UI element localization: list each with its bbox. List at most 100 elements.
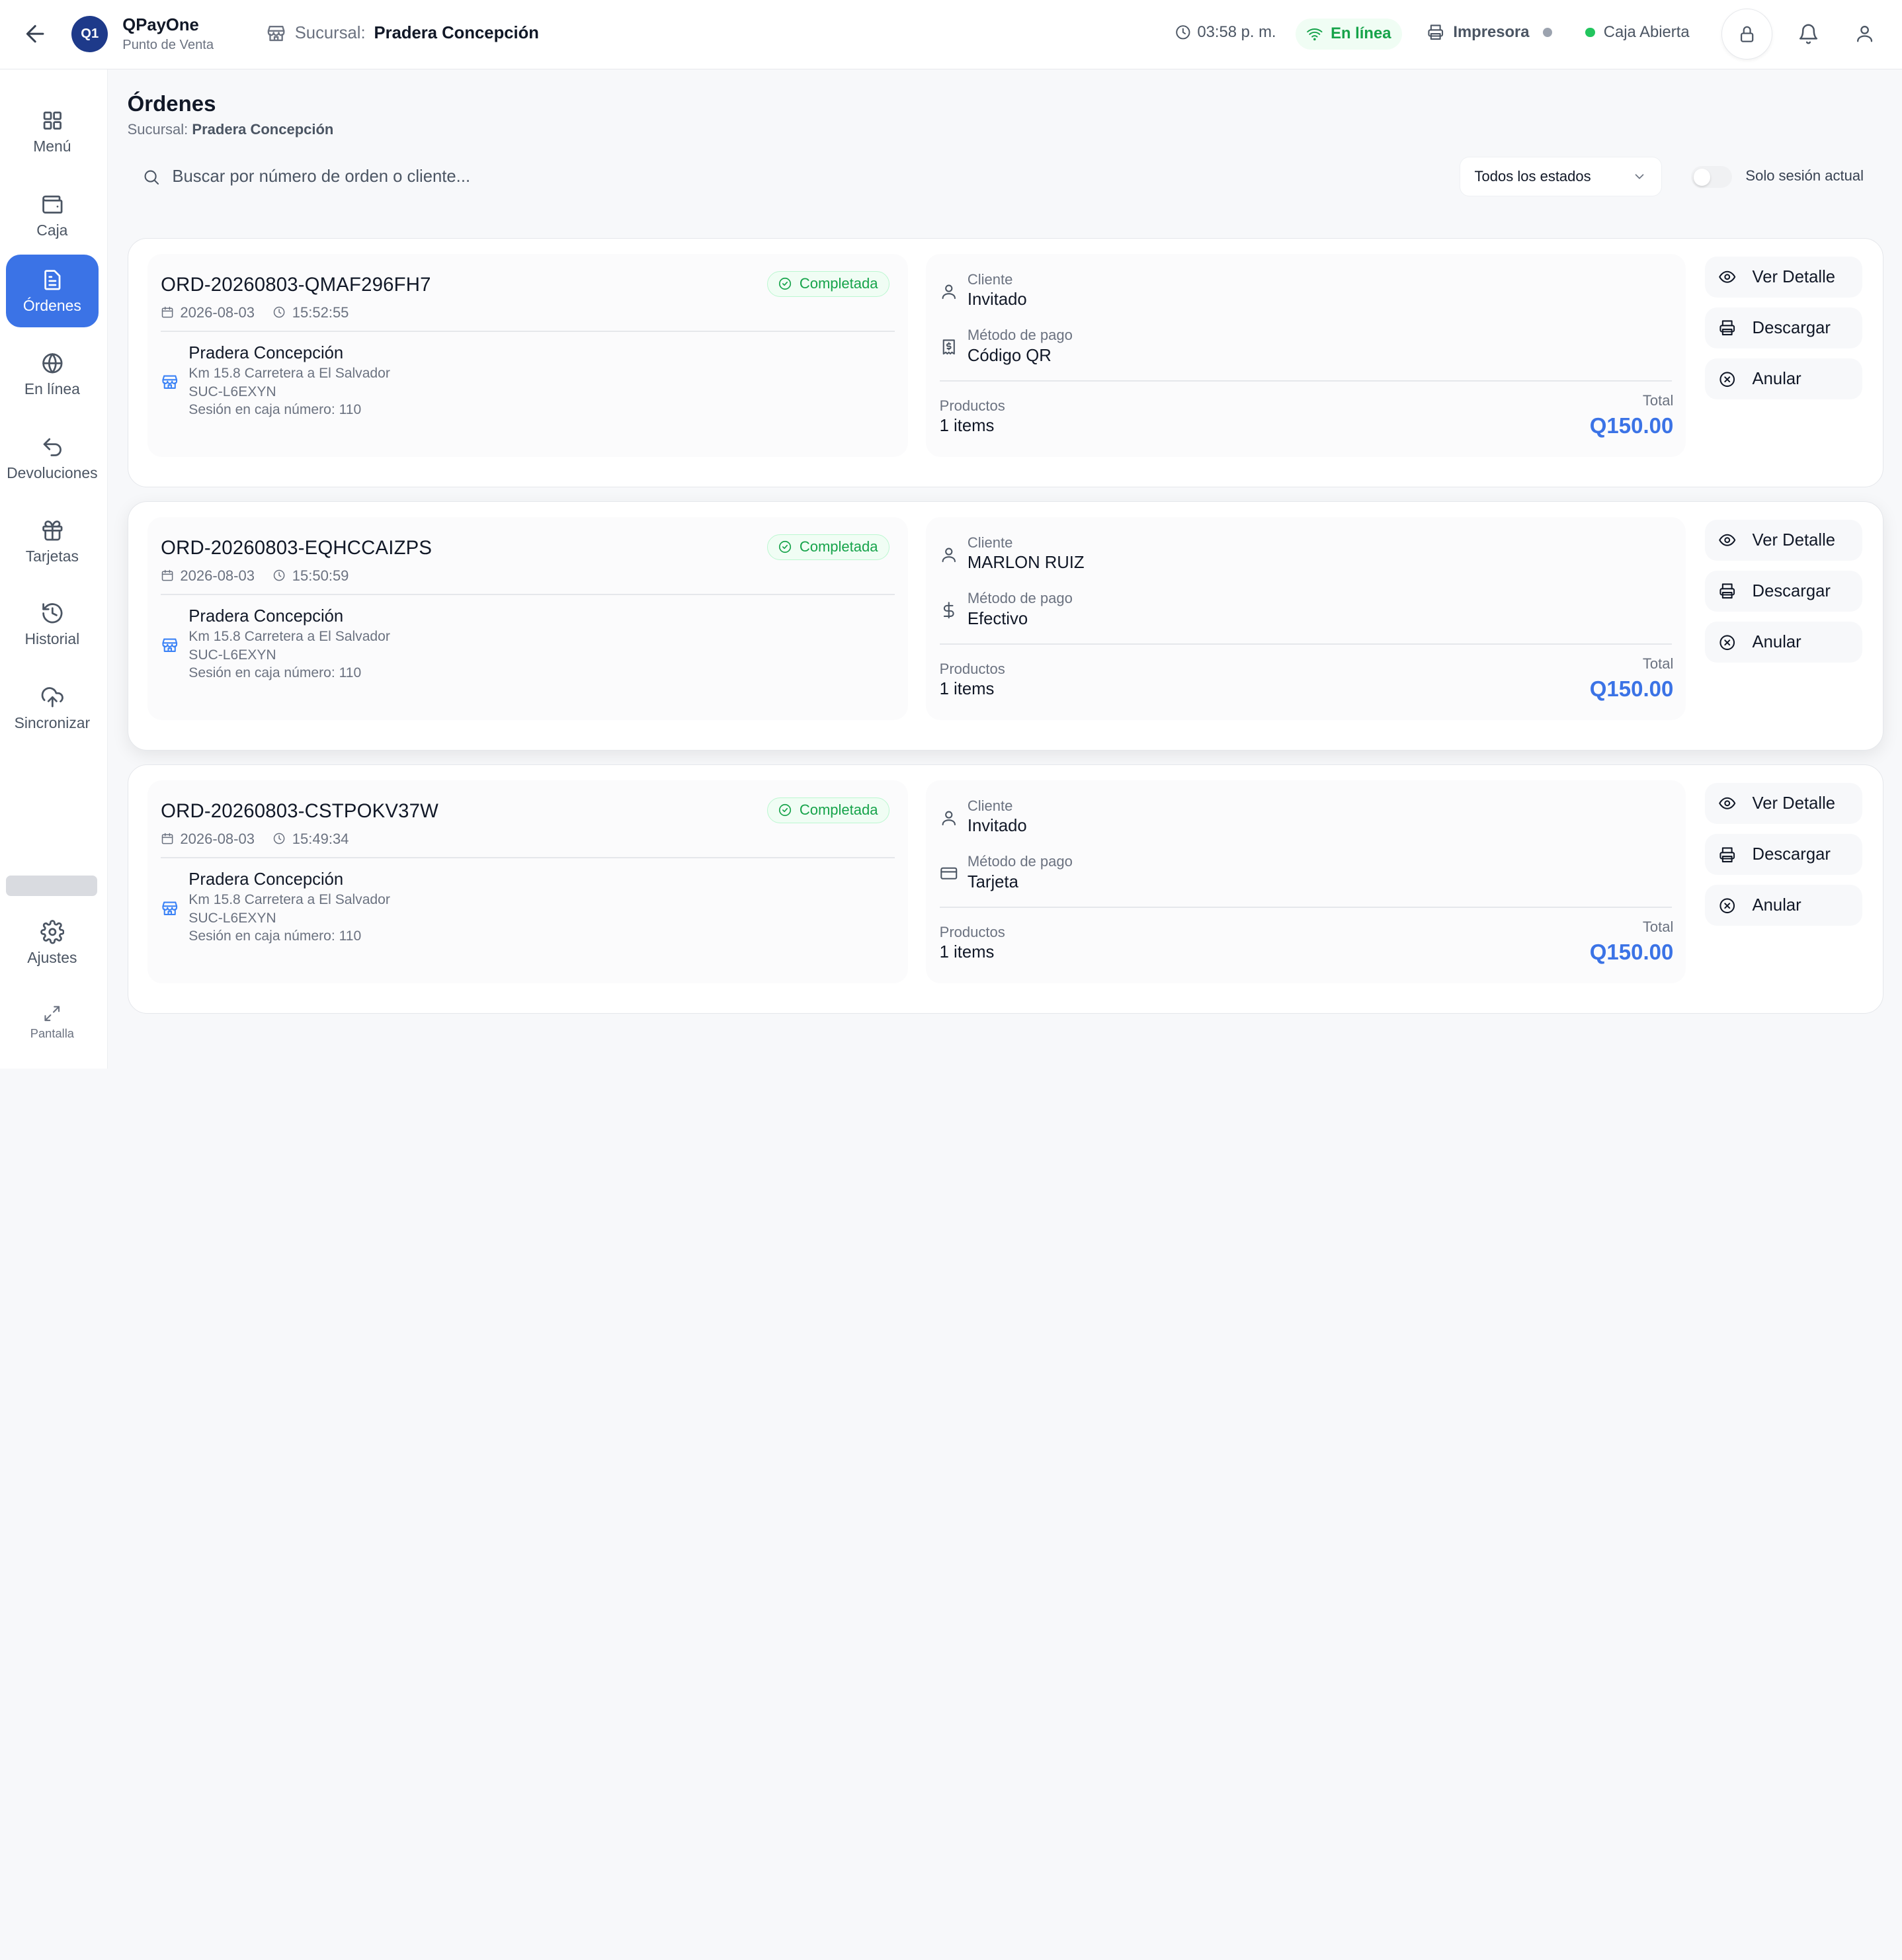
order-info-panel: ORD-20260803-QMAF296FH7 Completada 2026-… — [147, 254, 908, 457]
divider — [939, 643, 1673, 645]
sidebar-item-register[interactable]: Caja — [6, 179, 98, 252]
status-filter-select[interactable]: Todos los estados — [1459, 156, 1662, 197]
eye-icon — [1718, 794, 1737, 813]
sidebar-item-fullscreen[interactable]: Pantalla — [6, 993, 98, 1051]
calendar-icon — [161, 306, 174, 319]
back-arrow-icon[interactable] — [22, 20, 48, 47]
store-address: Km 15.8 Carretera a El Salvador — [188, 366, 390, 382]
app-name: QPayOne — [122, 15, 199, 34]
lock-icon — [1737, 24, 1757, 44]
clock: 03:58 p. m. — [1175, 23, 1276, 42]
order-status-badge: Completada — [767, 271, 889, 297]
globe-icon — [40, 351, 65, 376]
bell-icon[interactable] — [1798, 23, 1819, 45]
register-session: Sesión en caja número: 110 — [188, 402, 362, 418]
x-circle-icon — [1718, 897, 1737, 915]
sidebar-item-returns[interactable]: Devoluciones — [6, 422, 98, 495]
download-button[interactable]: Descargar — [1705, 834, 1863, 876]
x-circle-icon — [1718, 633, 1737, 652]
check-circle-icon — [778, 540, 792, 554]
view-detail-button[interactable]: Ver Detalle — [1705, 257, 1863, 298]
download-button[interactable]: Descargar — [1705, 307, 1863, 349]
order-status-label: Completada — [799, 801, 878, 819]
register-status: Caja Abierta — [1585, 23, 1690, 42]
app-root: Q1 QPayOne Punto de Venta Sucursal: Prad… — [0, 0, 1902, 1069]
view-detail-label: Ver Detalle — [1752, 794, 1836, 813]
view-detail-button[interactable]: Ver Detalle — [1705, 783, 1863, 825]
cloud-upload-icon — [40, 685, 65, 710]
printer-icon — [1718, 319, 1737, 337]
order-datetime: 2026-08-03 15:52:55 — [161, 304, 349, 321]
download-button[interactable]: Descargar — [1705, 571, 1863, 612]
sidebar-item-cards[interactable]: Tarjetas — [6, 506, 98, 579]
user-icon — [940, 546, 958, 564]
lock-button[interactable] — [1721, 8, 1772, 60]
cancel-order-button[interactable]: Anular — [1705, 885, 1863, 926]
order-summary-panel: Cliente Invitado Método de pago Tarjeta … — [926, 780, 1686, 983]
app-logo: Q1 — [71, 15, 108, 52]
credit-card-icon — [940, 864, 958, 883]
store-code: SUC-L6EXYN — [188, 384, 276, 399]
order-summary-panel: Cliente Invitado Método de pago Código Q… — [926, 254, 1686, 457]
sidebar-item-settings[interactable]: Ajustes — [6, 907, 98, 980]
printer-icon — [1426, 23, 1445, 42]
client-name: Invitado — [967, 290, 1027, 309]
payment-method: Tarjeta — [967, 872, 1018, 891]
divider — [939, 380, 1673, 382]
session-only-label: Solo sesión actual — [1745, 167, 1864, 184]
view-detail-button[interactable]: Ver Detalle — [1705, 520, 1863, 561]
download-label: Descargar — [1752, 318, 1831, 337]
eye-icon — [1718, 268, 1737, 286]
payment-method-label: Método de pago — [967, 327, 1073, 344]
store-code: SUC-L6EXYN — [188, 647, 276, 663]
download-label: Descargar — [1752, 844, 1831, 864]
search-input[interactable] — [172, 167, 1264, 187]
clock-icon — [272, 832, 286, 845]
products-label: Productos — [939, 397, 1005, 414]
cancel-order-button[interactable]: Anular — [1705, 358, 1863, 400]
printer-icon — [1718, 846, 1737, 864]
payment-method: Efectivo — [967, 609, 1028, 628]
payment-method-label: Método de pago — [967, 853, 1073, 870]
calendar-icon — [161, 832, 174, 845]
wifi-icon — [1306, 26, 1323, 43]
dollar-icon — [940, 601, 958, 620]
order-total: Q150.00 — [1589, 413, 1674, 438]
user-icon[interactable] — [1854, 23, 1875, 44]
order-total: Q150.00 — [1589, 676, 1674, 701]
order-datetime: 2026-08-03 15:50:59 — [161, 567, 349, 585]
cancel-order-button[interactable]: Anular — [1705, 622, 1863, 663]
store-address: Km 15.8 Carretera a El Salvador — [188, 892, 390, 908]
online-status-label: En línea — [1331, 24, 1391, 43]
printer-status-dot — [1542, 27, 1553, 38]
payment-method: Código QR — [967, 346, 1052, 365]
view-detail-label: Ver Detalle — [1752, 530, 1836, 550]
qr-receipt-icon — [940, 338, 958, 356]
order-status-badge: Completada — [767, 534, 889, 560]
sidebar-item-orders[interactable]: Órdenes — [6, 255, 99, 328]
branch-indicator: Sucursal: Pradera Concepción — [266, 23, 539, 44]
products-count: 1 items — [939, 417, 995, 436]
status-filter-value: Todos los estados — [1474, 167, 1591, 184]
printer-status[interactable]: Impresora — [1426, 23, 1553, 42]
order-date: 2026-08-03 — [180, 830, 255, 847]
order-id: ORD-20260803-EQHCCAIZPS — [161, 536, 433, 559]
sidebar-item-history[interactable]: Historial — [6, 589, 98, 661]
sidebar-placeholder-bar — [6, 876, 97, 897]
search-bar[interactable] — [127, 155, 1450, 199]
sidebar-item-online[interactable]: En línea — [6, 339, 98, 411]
sidebar-item-label: Caja — [36, 221, 68, 239]
order-date: 2026-08-03 — [180, 304, 255, 321]
session-only-toggle[interactable] — [1690, 166, 1733, 188]
top-bar: Q1 QPayOne Punto de Venta Sucursal: Prad… — [0, 0, 1902, 69]
store-icon — [266, 23, 286, 44]
sidebar-item-sync[interactable]: Sincronizar — [6, 672, 98, 745]
cancel-label: Anular — [1752, 895, 1801, 915]
products-label: Productos — [939, 660, 1005, 677]
sidebar-item-menu[interactable]: Menú — [6, 96, 98, 169]
check-circle-icon — [778, 276, 792, 291]
sidebar-item-label: Ajustes — [27, 949, 77, 967]
store-icon — [161, 373, 179, 391]
printer-icon — [1718, 582, 1737, 600]
store-name: Pradera Concepción — [188, 607, 344, 626]
